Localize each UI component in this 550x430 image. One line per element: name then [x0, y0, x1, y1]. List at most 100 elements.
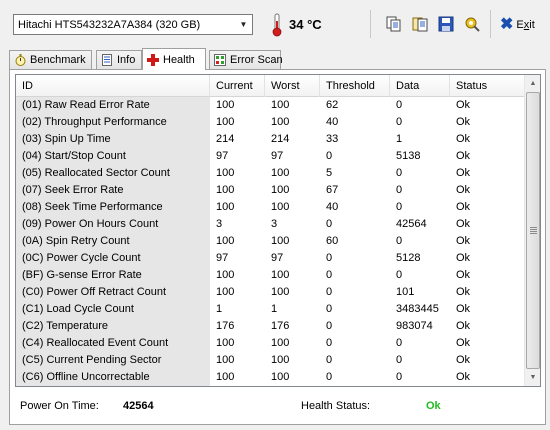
- cell-data: 5138: [396, 150, 421, 162]
- cell-threshold: 0: [326, 286, 333, 298]
- tab-error-scan[interactable]: Error Scan: [209, 50, 283, 69]
- cell-id: (09) Power On Hours Count: [16, 216, 210, 233]
- column-header-data[interactable]: Data: [390, 75, 450, 97]
- cell-worst: 100: [271, 337, 290, 349]
- table-header: ID Current Worst Threshold Data Status: [16, 75, 526, 97]
- cell-worst: 100: [271, 167, 290, 179]
- cell-worst: 176: [271, 320, 290, 332]
- table-row[interactable]: (02) Throughput Performance 100 100 40 0 Ok: [16, 114, 526, 131]
- save-icon: [438, 16, 454, 32]
- table-row[interactable]: (0C) Power Cycle Count 97 97 0 5128 Ok: [16, 250, 526, 267]
- table-row[interactable]: (09) Power On Hours Count 3 3 0 42564 Ok: [16, 216, 526, 233]
- cell-id: (03) Spin Up Time: [16, 131, 210, 148]
- toolbar: Hitachi HTS543232A7A384 (320 GB) ▼ 34 °C: [0, 0, 550, 46]
- cell-threshold: 62: [326, 99, 339, 111]
- cell-id: (07) Seek Error Rate: [16, 182, 210, 199]
- cell-status: Ok: [456, 269, 471, 281]
- cell-status: Ok: [456, 201, 471, 213]
- tab-benchmark[interactable]: Benchmark: [9, 50, 92, 69]
- scroll-up-arrow-icon[interactable]: ▲: [525, 75, 540, 92]
- tab-label: Error Scan: [230, 54, 283, 66]
- cell-data: 101: [396, 286, 415, 298]
- cell-threshold: 0: [326, 252, 333, 264]
- cell-data: 42564: [396, 218, 427, 230]
- health-status-label: Health Status:: [301, 400, 371, 412]
- cell-data: 0: [396, 354, 403, 366]
- cell-worst: 100: [271, 354, 290, 366]
- grip-icon: [529, 227, 537, 234]
- cell-threshold: 40: [326, 201, 339, 213]
- table-row[interactable]: (08) Seek Time Performance 100 100 40 0 Ok: [16, 199, 526, 216]
- drive-select-value: Hitachi HTS543232A7A384 (320 GB): [18, 18, 201, 31]
- column-header-threshold[interactable]: Threshold: [320, 75, 390, 97]
- scroll-down-arrow-icon[interactable]: ▼: [525, 369, 540, 386]
- cell-current: 100: [216, 286, 235, 298]
- cell-data: 3483445: [396, 303, 439, 315]
- cell-current: 176: [216, 320, 235, 332]
- cell-current: 100: [216, 99, 235, 111]
- cell-id: (05) Reallocated Sector Count: [16, 165, 210, 182]
- table-row[interactable]: (C1) Load Cycle Count 1 1 0 3483445 Ok: [16, 301, 526, 318]
- tab-info[interactable]: Info: [96, 50, 142, 69]
- table-row[interactable]: (03) Spin Up Time 214 214 33 1 Ok: [16, 131, 526, 148]
- health-status-value: Ok: [426, 400, 441, 412]
- cell-worst: 100: [271, 201, 290, 213]
- table-row[interactable]: (0A) Spin Retry Count 100 100 60 0 Ok: [16, 233, 526, 250]
- cell-status: Ok: [456, 337, 471, 349]
- cell-id: (C0) Power Off Retract Count: [16, 284, 210, 301]
- table-row[interactable]: (C5) Current Pending Sector 100 100 0 0 Ok: [16, 352, 526, 369]
- cell-data: 0: [396, 337, 403, 349]
- table-row[interactable]: (C0) Power Off Retract Count 100 100 0 101 Ok: [16, 284, 526, 301]
- health-panel: ID Current Worst Threshold Data Status (…: [9, 69, 546, 425]
- cell-current: 1: [216, 303, 223, 315]
- table-row[interactable]: (01) Raw Read Error Rate 100 100 62 0 Ok: [16, 97, 526, 114]
- table-row[interactable]: (04) Start/Stop Count 97 97 0 5138 Ok: [16, 148, 526, 165]
- cell-data: 0: [396, 116, 403, 128]
- column-header-current[interactable]: Current: [210, 75, 265, 97]
- cell-current: 214: [216, 133, 235, 145]
- cell-current: 100: [216, 116, 235, 128]
- scrollbar-thumb[interactable]: [526, 92, 540, 369]
- cell-worst: 100: [271, 116, 290, 128]
- copy-all-button[interactable]: [409, 13, 431, 35]
- cell-current: 100: [216, 354, 235, 366]
- table-row[interactable]: (05) Reallocated Sector Count 100 100 5 0 Ok: [16, 165, 526, 182]
- tab-label: Benchmark: [30, 54, 86, 66]
- table-row[interactable]: (C6) Offline Uncorrectable 100 100 0 0 Ok: [16, 369, 526, 386]
- cell-status: Ok: [456, 252, 471, 264]
- cell-status: Ok: [456, 218, 471, 230]
- table-row[interactable]: (BF) G-sense Error Rate 100 100 0 0 Ok: [16, 267, 526, 284]
- smart-attributes-table[interactable]: ID Current Worst Threshold Data Status (…: [15, 74, 541, 387]
- table-row[interactable]: (C2) Temperature 176 176 0 983074 Ok: [16, 318, 526, 335]
- tab-health[interactable]: Health: [142, 48, 206, 70]
- options-button[interactable]: [461, 13, 483, 35]
- exit-button[interactable]: ✖ Exit: [500, 14, 535, 36]
- power-on-time-value: 42564: [123, 400, 154, 412]
- cell-threshold: 0: [326, 354, 333, 366]
- column-header-status[interactable]: Status: [450, 75, 526, 97]
- temperature-value: 34 °C: [289, 17, 322, 32]
- column-header-worst[interactable]: Worst: [265, 75, 320, 97]
- column-header-id[interactable]: ID: [16, 75, 210, 97]
- chevron-down-icon[interactable]: ▼: [235, 15, 252, 34]
- vertical-scrollbar[interactable]: ▲ ▼: [524, 75, 540, 386]
- cell-threshold: 0: [326, 269, 333, 281]
- cell-id: (02) Throughput Performance: [16, 114, 210, 131]
- cell-id: (C2) Temperature: [16, 318, 210, 335]
- copy-button[interactable]: [383, 13, 405, 35]
- drive-select[interactable]: Hitachi HTS543232A7A384 (320 GB) ▼: [13, 14, 253, 35]
- cell-threshold: 0: [326, 150, 333, 162]
- cell-threshold: 67: [326, 184, 339, 196]
- save-button[interactable]: [435, 13, 457, 35]
- cell-data: 983074: [396, 320, 433, 332]
- cell-status: Ok: [456, 184, 471, 196]
- cell-current: 100: [216, 201, 235, 213]
- table-row[interactable]: (C4) Reallocated Event Count 100 100 0 0 Ok: [16, 335, 526, 352]
- cell-worst: 100: [271, 269, 290, 281]
- cell-worst: 100: [271, 286, 290, 298]
- cell-current: 100: [216, 269, 235, 281]
- cell-status: Ok: [456, 99, 471, 111]
- cell-threshold: 5: [326, 167, 333, 179]
- table-row[interactable]: (07) Seek Error Rate 100 100 67 0 Ok: [16, 182, 526, 199]
- cell-status: Ok: [456, 286, 471, 298]
